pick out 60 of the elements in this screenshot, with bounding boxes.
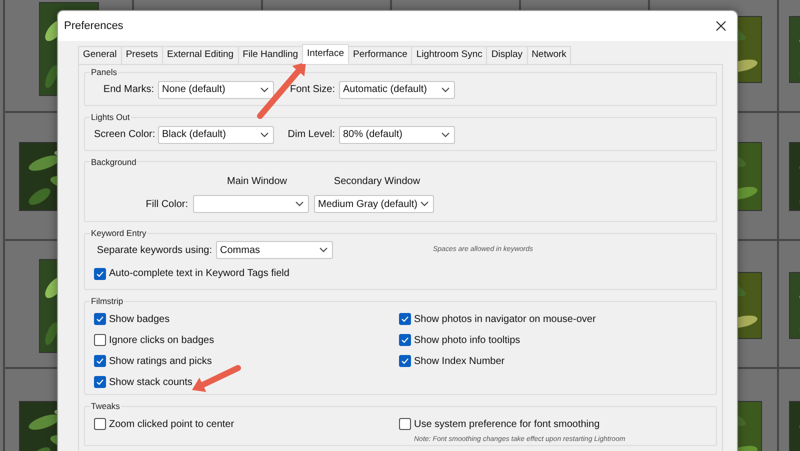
checkbox-label: Auto-complete text in Keyword Tags field [109,267,290,281]
checkbox-label: Ignore clicks on badges [109,334,214,348]
annotation-arrow [192,365,241,392]
field-label: Separate keywords using: [96,244,213,258]
dropdown[interactable]: None (default) [158,80,274,99]
tab[interactable]: Network [526,46,572,64]
group-title: Filmstrip [90,295,124,308]
check-icon [96,315,104,324]
group-title: Tweaks [90,400,121,412]
field-label: Dim Level: [286,128,336,142]
dropdown[interactable]: Commas [216,241,333,259]
checkbox[interactable] [399,313,411,326]
chevron-down-icon [260,132,269,138]
chevron-down-icon [260,86,269,93]
chevron-down-icon [295,201,304,208]
check-icon [96,357,104,366]
field-label: End Marks: [102,83,155,98]
dropdown[interactable]: 80% (default) [339,126,455,144]
checkbox-label: Show photos in navigator on mouse-over [414,312,596,327]
dropdown[interactable]: Medium Gray (default) [314,195,434,214]
checkbox-label: Use system preference for font smoothing [414,418,600,432]
column-header: Secondary Window [332,175,422,190]
checkbox-label: Zoom clicked point to center [109,418,234,432]
window-title: Preferences [64,18,124,34]
tab[interactable]: General [78,46,122,64]
field-label: Fill Color: [144,198,188,212]
chevron-down-icon [420,201,429,208]
checkbox-label: Show ratings and picks [109,354,212,369]
checkbox[interactable] [399,418,411,430]
tab[interactable]: Interface [302,44,349,64]
close-icon [716,21,726,31]
checkbox[interactable] [94,334,106,346]
field-label: Screen Color: [94,128,156,142]
checkbox-label: Show photo info tooltips [414,334,520,348]
dropdown[interactable]: Black (default) [158,126,274,144]
chevron-down-icon [441,132,450,138]
group-title: Background [90,156,138,168]
checkbox-label: Show Index Number [414,354,505,369]
checkbox-label: Show stack counts [109,376,192,390]
checkbox[interactable] [399,355,411,368]
checkbox[interactable] [94,268,106,280]
group-title: Lights Out [90,110,131,124]
check-icon [96,270,104,278]
checkbox[interactable] [94,418,106,430]
group-title: Keyword Entry [90,227,148,240]
column-header: Main Window [226,175,288,190]
check-icon [401,315,409,324]
dropdown[interactable]: Automatic (default) [339,80,455,99]
checkbox[interactable] [94,313,106,326]
chevron-down-icon [441,86,450,93]
check-icon [401,336,409,344]
checkbox-label: Show badges [109,312,170,327]
group-title: Panels [90,66,118,79]
field-label: Font Size: [288,83,336,98]
checkbox[interactable] [94,376,106,388]
chevron-down-icon [319,247,328,253]
check-icon [96,378,104,386]
checkbox[interactable] [94,355,106,368]
check-icon [401,357,409,366]
checkbox[interactable] [399,334,411,346]
